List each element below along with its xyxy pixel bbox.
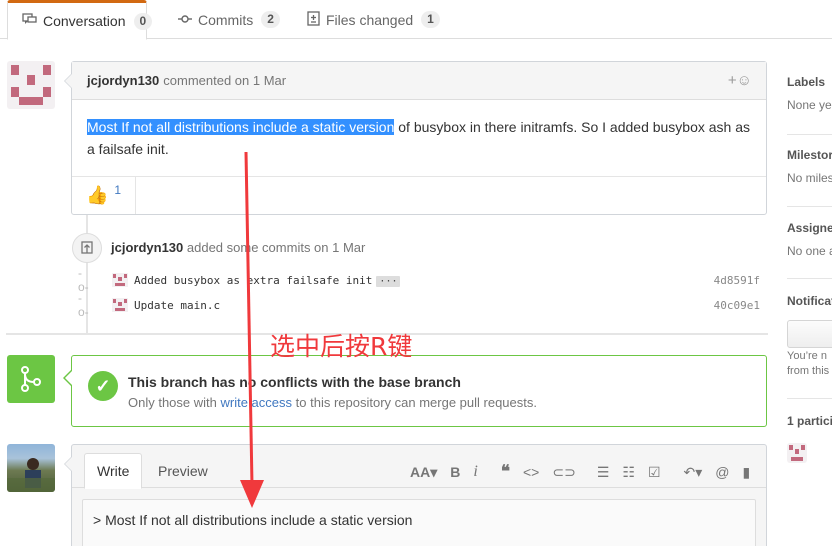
check-icon: ✓ <box>88 371 118 401</box>
tab-counter: 0 <box>133 12 153 30</box>
tab-commits[interactable]: Commits 2 <box>178 0 280 39</box>
add-reaction-icon[interactable]: +☺ <box>728 72 752 89</box>
sidebar-divider <box>787 398 832 399</box>
git-commit-icon: -o- <box>78 291 89 319</box>
participant-avatar[interactable] <box>787 443 807 463</box>
tab-files-changed[interactable]: Files changed 1 <box>307 0 440 39</box>
annotation-arrow <box>240 151 264 508</box>
reaction-count: 1 <box>114 182 122 197</box>
reactions-bar: 👍 1 <box>72 176 766 214</box>
sidebar-heading: Labels <box>787 75 826 89</box>
comment-header: jcjordyn130 commented on 1 Mar +☺ <box>72 62 766 100</box>
expand-ellipsis-button[interactable]: ··· <box>376 275 401 287</box>
sidebar-heading: Milestor <box>787 148 832 162</box>
editor-caret <box>64 456 72 472</box>
commit-sha[interactable]: 40c09e1 <box>714 299 760 312</box>
merge-status-title: This branch has no conflicts with the ba… <box>128 374 461 390</box>
avatar[interactable] <box>7 61 55 109</box>
notification-line: from this <box>787 365 830 377</box>
comment-body: Most If not all distributions include a … <box>72 100 766 176</box>
sidebar-labels[interactable]: Labels None ye <box>787 75 832 112</box>
merge-sub-text: to this repository can merge pull reques… <box>292 395 537 410</box>
current-user-avatar[interactable] <box>7 444 55 492</box>
sidebar-divider <box>787 206 832 207</box>
sidebar-heading: Notificat <box>787 294 832 308</box>
mention-icon[interactable]: @ <box>715 464 729 480</box>
commit-row: -o- Added busybox as extra failsafe init… <box>78 266 760 294</box>
pr-tabs: Conversation 0 Commits 2 Files changed 1 <box>0 0 832 40</box>
tab-label: Conversation <box>43 13 126 29</box>
sidebar-assignees[interactable]: Assigne No one a <box>787 221 832 258</box>
git-merge-icon <box>7 355 55 403</box>
markdown-toolbar: AA▾ B i ❝ <> ⊂⊃ ☰ ☷ ☑ ↶▾ @ ▮ <box>410 462 763 482</box>
comment: jcjordyn130 commented on 1 Mar +☺ Most I… <box>64 61 767 215</box>
tab-label: Commits <box>198 11 254 28</box>
unordered-list-icon[interactable]: ☰ <box>597 464 610 481</box>
repo-push-icon <box>72 233 102 263</box>
selected-text: Most If not all distributions include a … <box>87 119 395 135</box>
italic-icon[interactable]: i <box>473 463 477 481</box>
comment-textarea[interactable]: > Most If not all distributions include … <box>82 499 756 546</box>
tab-counter: 2 <box>261 11 280 28</box>
bold-icon[interactable]: B <box>450 464 460 480</box>
ordered-list-icon[interactable]: ☷ <box>622 464 635 481</box>
sidebar-divider <box>787 278 832 279</box>
merge-status-description: Only those with write access to this rep… <box>128 395 537 410</box>
reply-icon[interactable]: ↶▾ <box>684 464 703 481</box>
quote-icon[interactable]: ❝ <box>501 462 510 482</box>
write-tab[interactable]: Write <box>84 453 143 489</box>
sidebar-value: No miles <box>787 171 832 185</box>
commit-row: -o- Update main.c 40c09e1 <box>78 291 760 319</box>
thumbs-up-reaction[interactable]: 👍 1 <box>72 177 136 214</box>
comment-caret <box>64 73 72 89</box>
comment-editor: Write Preview AA▾ B i ❝ <> ⊂⊃ ☰ ☷ ☑ ↶▾ @… <box>64 444 767 546</box>
comment-discussion-icon <box>22 13 37 29</box>
annotation-text: 选中后按R键 <box>270 332 413 361</box>
sidebar-participants: 1 partici <box>787 414 832 428</box>
thumbs-up-icon: 👍 <box>86 185 109 205</box>
git-commit-icon: -o- <box>78 266 89 294</box>
header-icon[interactable]: AA▾ <box>410 464 437 481</box>
tab-conversation[interactable]: Conversation 0 <box>7 0 153 40</box>
sidebar-divider <box>787 134 832 135</box>
code-icon[interactable]: <> <box>523 464 539 480</box>
notification-line: You’re n <box>787 350 827 362</box>
git-commit-icon <box>178 12 192 27</box>
preview-tab[interactable]: Preview <box>146 453 220 489</box>
diff-icon <box>307 10 320 29</box>
sidebar-notifications: Notificat <box>787 294 832 308</box>
merge-sub-text: Only those with <box>128 395 221 410</box>
merge-caret <box>63 369 73 387</box>
task-list-icon[interactable]: ☑ <box>648 464 661 481</box>
sidebar-value: No one a <box>787 244 832 258</box>
subscribe-button[interactable] <box>787 320 832 348</box>
bookmark-icon[interactable]: ▮ <box>742 464 750 481</box>
sidebar-notification-text: You’re n from this <box>787 350 832 377</box>
sidebar-milestone[interactable]: Milestor No miles <box>787 148 832 185</box>
comment-author[interactable]: jcjordyn130 <box>87 73 159 88</box>
commit-message[interactable]: Update main.c <box>134 299 220 312</box>
commit-sha[interactable]: 4d8591f <box>714 274 760 287</box>
event-author[interactable]: jcjordyn130 <box>111 240 183 255</box>
sidebar-heading: Assigne <box>787 221 832 235</box>
event-action: added some commits on 1 Mar <box>186 240 366 255</box>
link-icon[interactable]: ⊂⊃ <box>552 464 575 481</box>
sidebar-heading: 1 partici <box>787 414 832 428</box>
comment-timestamp: commented on 1 Mar <box>163 73 287 88</box>
avatar[interactable] <box>112 298 128 312</box>
merge-status-box: ✓ This branch has no conflicts with the … <box>63 355 767 427</box>
sidebar-value: None ye <box>787 98 832 112</box>
tab-label: Files changed <box>326 11 414 28</box>
avatar[interactable] <box>112 273 128 287</box>
tab-counter: 1 <box>421 11 440 28</box>
editor-tabs: Write Preview AA▾ B i ❝ <> ⊂⊃ ☰ ☷ ☑ ↶▾ @… <box>72 445 766 489</box>
